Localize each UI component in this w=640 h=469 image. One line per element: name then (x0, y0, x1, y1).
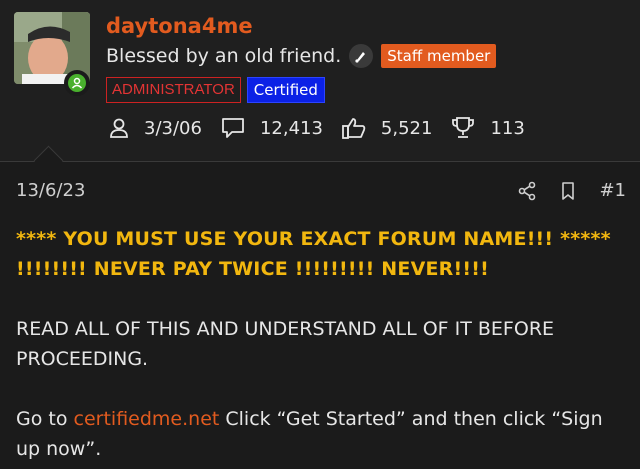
staff-member-badge: Staff member (381, 44, 497, 68)
user-banners: ADMINISTRATOR Certified (106, 77, 325, 103)
share-icon[interactable] (517, 181, 537, 201)
certifiedme-link[interactable]: certifiedme.net (74, 408, 220, 430)
points-stat[interactable]: 113 (450, 116, 525, 140)
bookmark-icon[interactable] (559, 181, 577, 201)
thumbs-up-icon (342, 118, 366, 139)
post-meta-bar: 13/6/23 #1 (16, 180, 626, 208)
reactions-stat[interactable]: 5,521 (341, 116, 433, 140)
instruction-paragraph-1: READ ALL OF THIS AND UNDERSTAND ALL OF I… (16, 318, 555, 370)
paint-brush-icon (349, 44, 374, 68)
post-body: **** YOU MUST USE YOUR EXACT FORUM NAME!… (16, 224, 621, 464)
post-date-link[interactable]: 13/6/23 (16, 180, 85, 201)
joined-stat: 3/3/06 (108, 117, 202, 139)
joined-value: 3/3/06 (144, 117, 202, 139)
user-stats: 3/3/06 12,413 5,521 113 (108, 116, 543, 140)
messages-value: 12,413 (259, 117, 323, 139)
certified-badge: Certified (246, 77, 325, 103)
user-status-text: Blessed by an old friend. (106, 45, 342, 67)
reactions-value: 5,521 (380, 117, 433, 139)
instruction-paragraph-2: Go to certifiedme.net Click “Get Started… (16, 404, 621, 464)
username-link[interactable]: daytona4me (106, 14, 253, 38)
administrator-badge: ADMINISTRATOR (106, 77, 241, 103)
user-icon (110, 118, 128, 138)
post-author-header: daytona4me Blessed by an old friend. Sta… (0, 0, 640, 162)
messages-stat[interactable]: 12,413 (220, 116, 323, 140)
user-status-row: Blessed by an old friend. Staff member (106, 44, 497, 68)
post-number-link[interactable]: #1 (599, 180, 626, 201)
post-actions: #1 (517, 180, 626, 201)
warning-line-1: **** YOU MUST USE YOUR EXACT FORUM NAME!… (16, 228, 611, 250)
paragraph-2-prefix: Go to (16, 408, 74, 430)
trophy-icon (452, 117, 475, 138)
comment-icon (222, 118, 244, 138)
warning-line-2: !!!!!!!! NEVER PAY TWICE !!!!!!!!! NEVER… (16, 258, 489, 280)
points-value: 113 (490, 117, 525, 139)
online-status-icon (64, 70, 90, 96)
